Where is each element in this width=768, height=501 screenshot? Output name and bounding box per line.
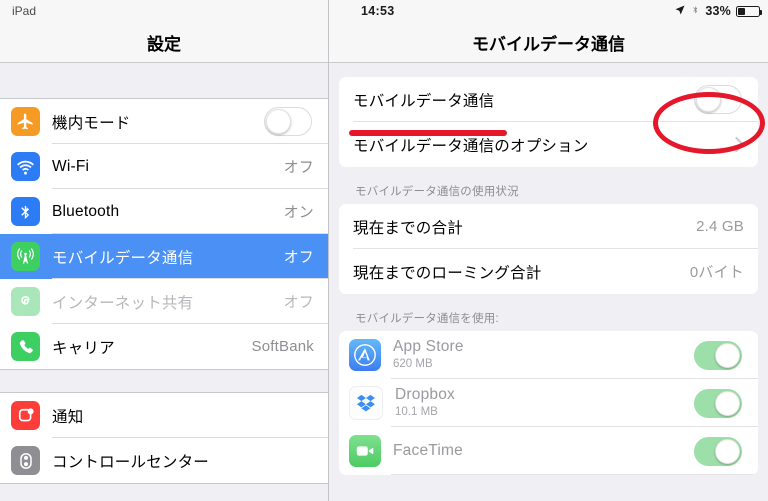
app-text: FaceTime [393,442,463,461]
app-row-app-store[interactable]: App Store 620 MB [339,331,758,379]
apps-section-header: モバイルデータ通信を使用: [355,313,499,325]
panel-title: モバイルデータ通信 [329,22,768,63]
toggle-knob [715,438,740,464]
toggle-knob [715,390,740,416]
personal-hotspot-icon [11,287,40,316]
sidebar-group-system: 通知 コントロールセンター [0,392,328,484]
app-cellular-toggle[interactable] [694,388,742,418]
app-cellular-toggle[interactable] [694,340,742,370]
cellular-data-panel: 14:53 33% モバイルデータ通信 モバイルデータ通信 モバイルデータ通信の… [329,0,768,501]
facetime-icon [349,435,381,467]
sidebar-item-personal-hotspot[interactable]: インターネット共有 オフ [0,279,328,324]
sidebar-top-gap [0,63,328,98]
sidebar-item-value: オン [283,204,314,221]
app-size: 10.1 MB [395,405,438,418]
sidebar-item-airplane-mode[interactable]: 機内モード [0,99,328,144]
sidebar-item-label: Bluetooth [52,202,120,220]
airplane-mode-toggle[interactable] [264,107,312,136]
sidebar-item-label: 機内モード [52,114,131,132]
annotation-ellipse [653,92,765,154]
usage-total-value: 2.4 GB [696,218,744,235]
wifi-icon [11,152,40,181]
settings-sidebar: iPad 設定 機内モード Wi-Fi オフ Bluetooth オン モバイル… [0,0,329,501]
status-indicators: 33% [674,3,762,19]
sidebar-item-label: Wi-Fi [52,157,90,175]
sidebar-device-label: iPad [0,0,328,22]
dropbox-icon [349,386,383,420]
battery-icon [736,5,762,17]
sidebar-title: 設定 [0,22,328,63]
app-name: FaceTime [393,441,463,459]
sidebar-item-wifi[interactable]: Wi-Fi オフ [0,144,328,189]
app-row-dropbox[interactable]: Dropbox 10.1 MB [339,379,758,427]
toggle-knob [266,109,291,134]
usage-roaming-label: 現在までのローミング合計 [353,264,542,282]
status-bar: 14:53 33% [329,0,768,22]
app-cellular-toggle[interactable] [694,436,742,466]
usage-card: 現在までの合計 2.4 GB 現在までのローミング合計 0バイト [339,204,758,294]
battery-percent-label: 33% [705,4,731,18]
battery-fill [738,7,745,15]
ipad-settings-screen: iPad 設定 機内モード Wi-Fi オフ Bluetooth オン モバイル… [0,0,768,501]
sidebar-group-gap [0,370,328,392]
battery-cap [760,9,762,15]
sidebar-item-label: キャリア [52,339,115,357]
sidebar-item-label: 通知 [52,408,84,426]
sidebar-item-cellular-data[interactable]: モバイルデータ通信 オフ [0,234,328,279]
status-time: 14:53 [361,4,395,18]
sidebar-item-value: オフ [283,294,314,311]
app-name: App Store [393,338,464,356]
cellular-data-label: モバイルデータ通信 [353,92,495,110]
annotation-underline [349,130,507,136]
usage-roaming-row[interactable]: 現在までのローミング合計 0バイト [339,249,758,294]
apps-card: App Store 620 MB Dropbox 10.1 MB FaceTim… [339,331,758,475]
app-row-facetime[interactable]: FaceTime [339,427,758,475]
sidebar-item-value: SoftBank [251,338,314,355]
usage-total-label: 現在までの合計 [353,219,463,237]
toggle-knob [715,342,740,368]
airplane-icon [11,107,40,136]
sidebar-item-label: コントロールセンター [52,453,210,471]
sidebar-item-carrier[interactable]: キャリア SoftBank [0,324,328,369]
sidebar-item-bluetooth[interactable]: Bluetooth オン [0,189,328,234]
sidebar-item-label: インターネット共有 [52,294,194,312]
notifications-icon [11,401,40,430]
cellular-options-label: モバイルデータ通信のオプション [353,137,589,155]
bluetooth-status-icon [691,3,700,19]
sidebar-item-value: オフ [283,159,314,176]
app-name: Dropbox [395,386,455,404]
row-separator [391,474,758,475]
usage-section-header: モバイルデータ通信の使用状況 [355,186,519,198]
app-text: App Store 620 MB [393,338,464,372]
usage-roaming-value: 0バイト [689,264,744,281]
sidebar-group-connectivity: 機内モード Wi-Fi オフ Bluetooth オン モバイルデータ通信 オフ… [0,98,328,370]
sidebar-item-notifications[interactable]: 通知 [0,393,328,438]
location-arrow-icon [674,4,686,19]
phone-icon [11,332,40,361]
app-text: Dropbox 10.1 MB [395,386,455,420]
app-store-icon [349,339,381,371]
sidebar-item-control-center[interactable]: コントロールセンター [0,438,328,483]
usage-total-row[interactable]: 現在までの合計 2.4 GB [339,204,758,249]
cellular-icon [11,242,40,271]
bluetooth-icon [11,197,40,226]
sidebar-item-label: モバイルデータ通信 [52,249,194,267]
sidebar-item-value: オフ [283,249,314,266]
control-center-icon [11,446,40,475]
app-size: 620 MB [393,357,433,370]
